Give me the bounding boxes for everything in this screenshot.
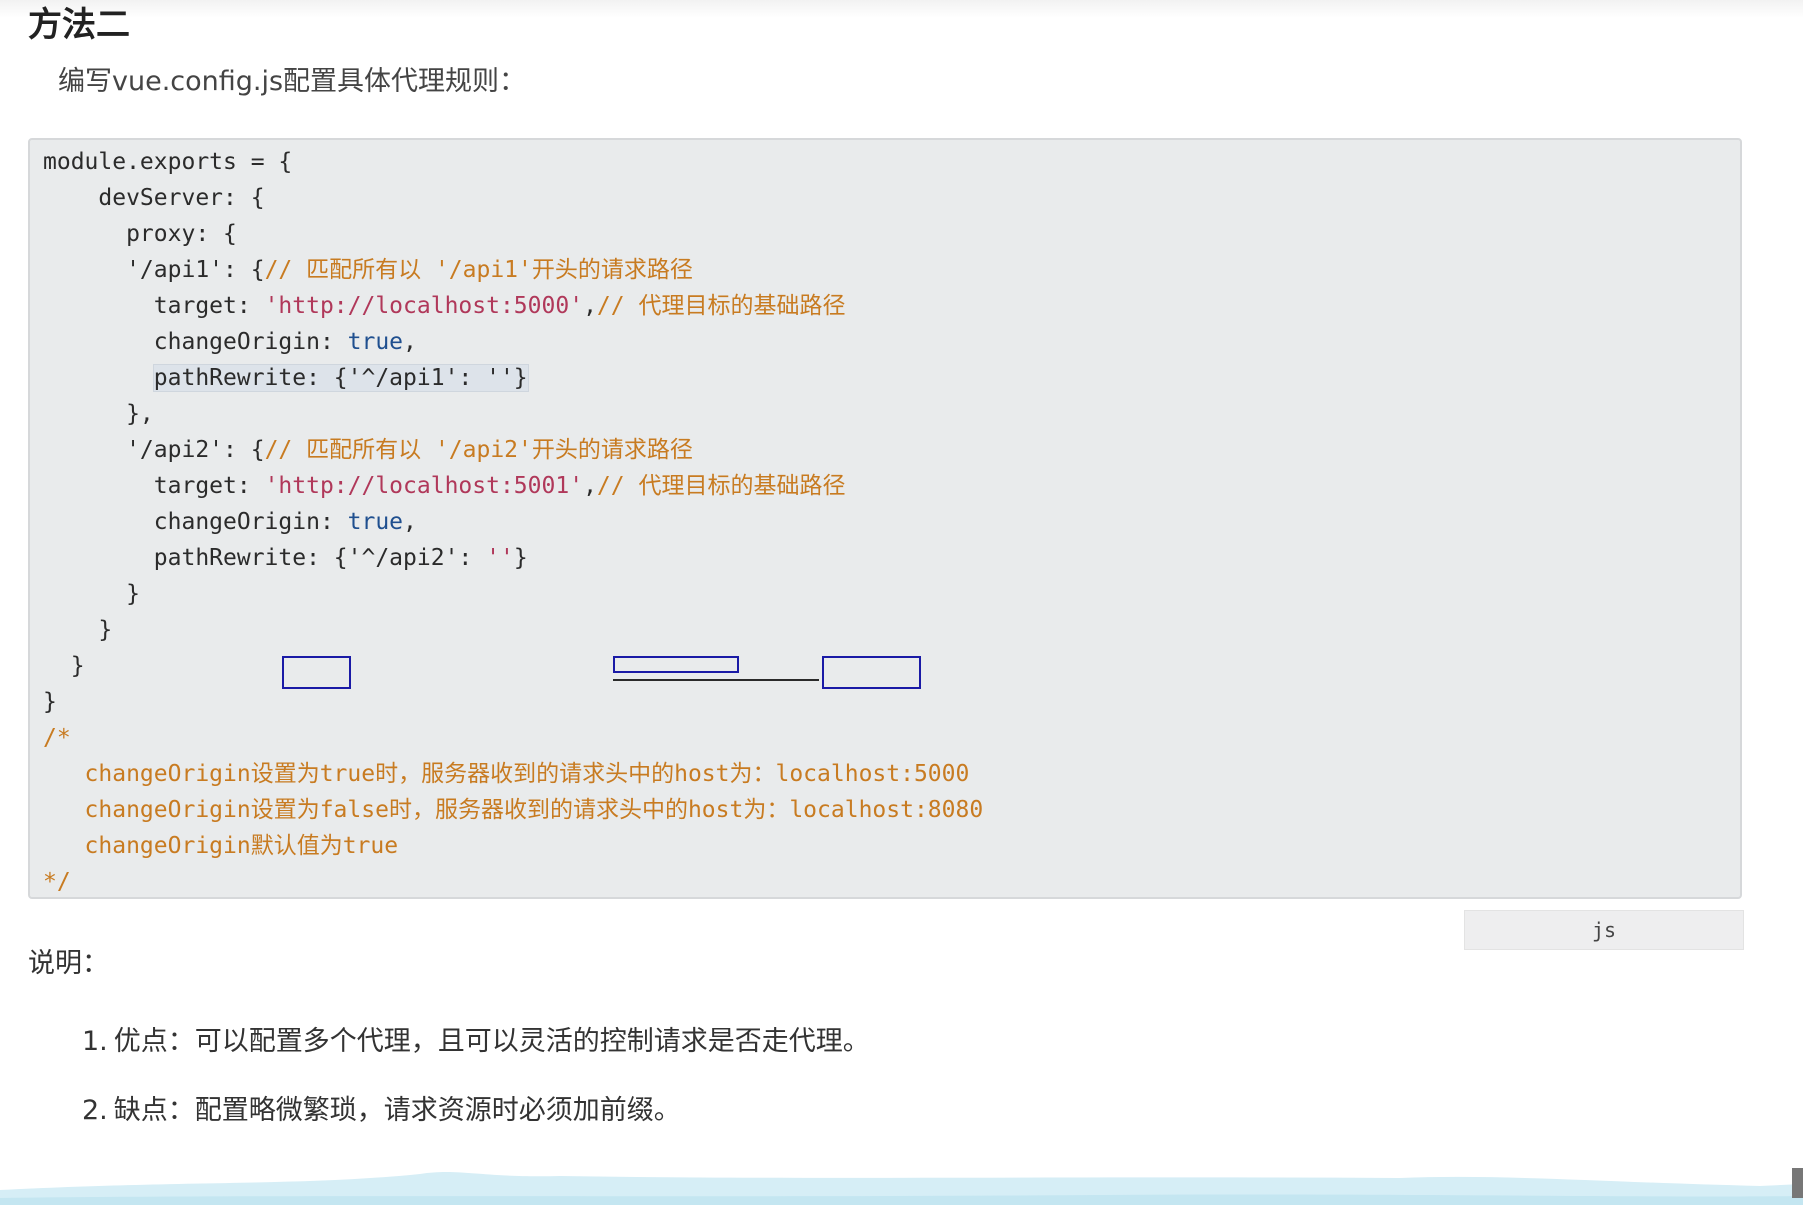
list-item-text: 缺点：配置略微繁琐，请求资源时必须加前缀。	[113, 1095, 681, 1126]
code-token: target:	[43, 473, 265, 499]
footer-wave-decoration	[0, 1168, 1803, 1205]
code-token: },	[43, 401, 154, 427]
code-line: target: 'http://localhost:5000',// 代理目标的…	[43, 288, 983, 324]
code-token: 'http://localhost:5000'	[264, 293, 584, 319]
notes-list: 1. 优点：可以配置多个代理，且可以灵活的控制请求是否走代理。 2. 缺点：配置略微…	[82, 1022, 870, 1160]
code-lines: module.exports = { devServer: { proxy: {…	[43, 144, 983, 900]
code-line: changeOrigin默认值为true	[43, 828, 983, 864]
code-token: changeOrigin:	[43, 329, 348, 355]
code-token: proxy: {	[43, 221, 237, 247]
list-item: 2. 缺点：配置略微繁琐，请求资源时必须加前缀。	[82, 1091, 870, 1160]
code-token: }	[43, 689, 57, 715]
code-language-tag: js	[1464, 910, 1744, 950]
code-line: target: 'http://localhost:5001',// 代理目标的…	[43, 468, 983, 504]
intro-text: 编写vue.config.js配置具体代理规则：	[58, 66, 527, 97]
code-token: // 匹配所有以 '/api1'开头的请求路径	[264, 257, 693, 283]
code-line: }	[43, 612, 983, 648]
code-line: pathRewrite: {'^/api2': ''}	[43, 540, 983, 576]
code-line: changeOrigin: true,	[43, 324, 983, 360]
code-token: changeOrigin默认值为true	[43, 833, 399, 859]
code-token: }	[43, 653, 85, 679]
code-block: module.exports = { devServer: { proxy: {…	[28, 138, 1742, 899]
annotation-box-port	[822, 656, 921, 689]
list-item-text: 优点：可以配置多个代理，且可以灵活的控制请求是否走代理。	[113, 1026, 870, 1057]
code-token: changeOrigin:	[43, 509, 348, 535]
section-heading: 方法二	[28, 5, 130, 45]
code-token: true	[347, 329, 404, 355]
code-token: '/api2': {	[43, 437, 265, 463]
list-item-number: 1.	[82, 1026, 108, 1057]
code-token: 'http://localhost:5001'	[264, 473, 584, 499]
notes-title: 说明：	[28, 948, 109, 979]
code-token: }	[43, 581, 140, 607]
code-line: */	[43, 864, 983, 900]
code-token: // 匹配所有以 '/api2'开头的请求路径	[264, 437, 693, 463]
code-line: '/api1': {// 匹配所有以 '/api1'开头的请求路径	[43, 252, 983, 288]
page: 方法二 编写vue.config.js配置具体代理规则： module.expo…	[0, 0, 1803, 1205]
code-line: }	[43, 684, 983, 720]
code-token: pathRewrite: {'^/api1': ''}	[152, 364, 529, 392]
code-token: ''	[486, 545, 514, 571]
code-line: pathRewrite: {'^/api1': ''}	[43, 360, 983, 396]
code-token: module.exports = {	[43, 149, 293, 175]
code-line: '/api2': {// 匹配所有以 '/api2'开头的请求路径	[43, 432, 983, 468]
code-token: true	[347, 509, 404, 535]
annotation-box-true	[282, 656, 351, 689]
code-line: }	[43, 576, 983, 612]
code-token: /*	[43, 725, 71, 751]
code-line: changeOrigin设置为false时，服务器收到的请求头中的host为：l…	[43, 792, 984, 828]
annotation-box-host	[613, 656, 739, 673]
code-token: target:	[43, 293, 265, 319]
list-item: 1. 优点：可以配置多个代理，且可以灵活的控制请求是否走代理。	[82, 1022, 870, 1091]
code-line: },	[43, 396, 983, 432]
code-token: ,	[403, 329, 417, 355]
code-line: changeOrigin: true,	[43, 504, 983, 540]
code-token: ,	[583, 293, 597, 319]
code-line: module.exports = {	[43, 144, 983, 180]
code-token: }	[43, 617, 113, 643]
code-line: proxy: {	[43, 216, 983, 252]
code-token: */	[43, 869, 71, 895]
annotation-strike-host	[613, 679, 819, 681]
code-token: }	[513, 545, 528, 571]
code-token: ,	[583, 473, 597, 499]
code-token: ,	[403, 509, 417, 535]
code-token: changeOrigin设置为false时，服务器收到的请求头中的host为：l…	[43, 797, 984, 823]
code-token: pathRewrite: {'^/api2':	[43, 545, 487, 571]
code-token: '/api1': {	[43, 257, 265, 283]
list-item-number: 2.	[82, 1095, 108, 1126]
code-token: changeOrigin设置为true时，服务器收到的请求头中的host为：lo…	[43, 761, 970, 787]
code-token: // 代理目标的基础路径	[596, 473, 846, 499]
code-token: devServer: {	[43, 185, 265, 211]
code-line: changeOrigin设置为true时，服务器收到的请求头中的host为：lo…	[43, 756, 983, 792]
code-line: /*	[43, 720, 983, 756]
code-line: devServer: {	[43, 180, 983, 216]
code-token: // 代理目标的基础路径	[596, 293, 846, 319]
